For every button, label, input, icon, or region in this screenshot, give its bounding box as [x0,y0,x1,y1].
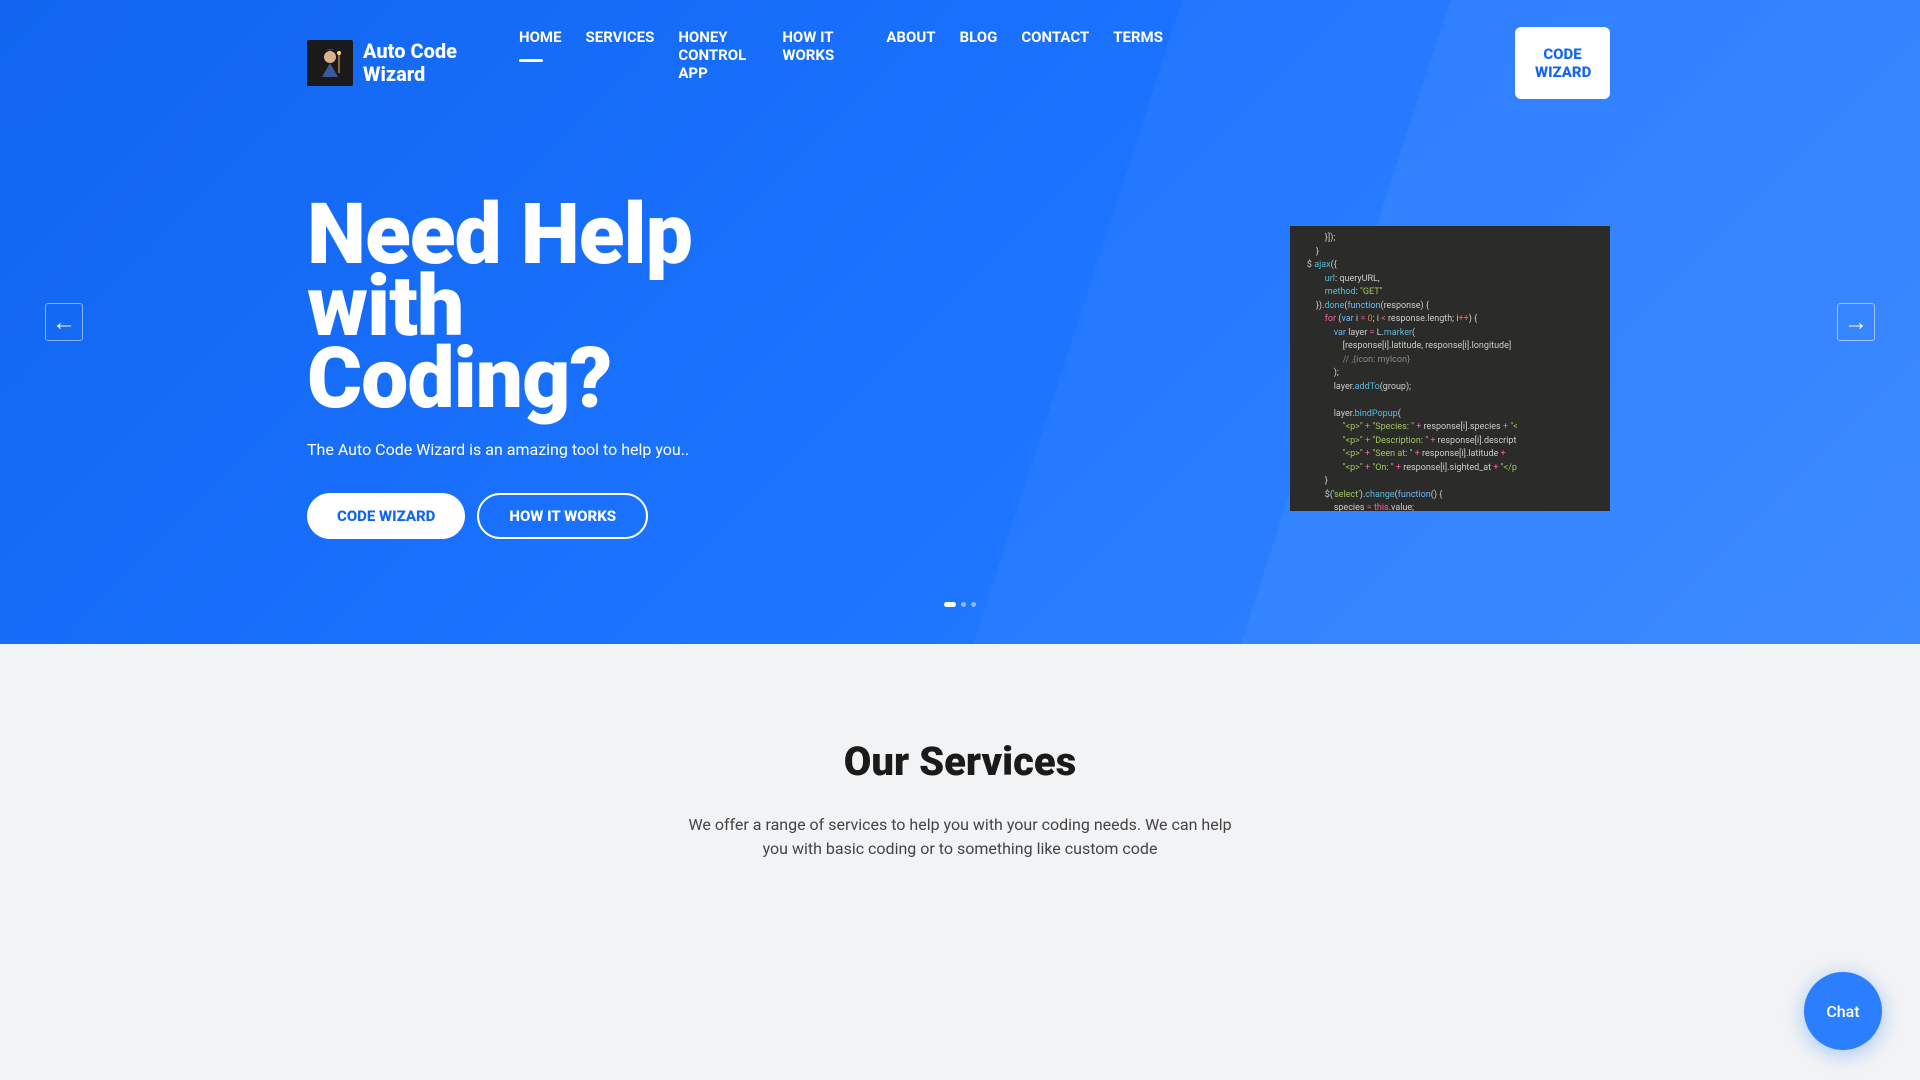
nav-item-about[interactable]: ABOUT [886,28,935,62]
nav-item-how-it-works[interactable]: HOW IT WORKS [782,28,862,80]
hero-text-column: Need Help with Coding? The Auto Code Wiz… [307,199,727,539]
nav-item-honey-control-app[interactable]: HONEY CONTROL APP [678,28,758,98]
logo-area[interactable]: Auto Code Wizard [307,40,473,86]
slider-dots [944,602,976,607]
slider-prev-button[interactable]: ← [45,303,83,341]
hero-image-column: }]); } $ ajax({ url: queryURL, method: "… [727,226,1610,511]
services-subtitle: We offer a range of services to help you… [680,813,1240,861]
slider-next-button[interactable]: → [1837,303,1875,341]
hero-buttons: CODE WIZARD HOW IT WORKS [307,493,727,539]
nav-item-terms[interactable]: TERMS [1113,28,1163,62]
nav-menu: HOME SERVICES HONEY CONTROL APP HOW IT W… [519,28,1515,98]
nav-item-services[interactable]: SERVICES [586,28,655,62]
hero-subtitle: The Auto Code Wizard is an amazing tool … [307,440,727,459]
hero-title: Need Help with Coding? [307,199,727,416]
services-section: Our Services We offer a range of service… [0,644,1920,911]
nav-item-blog[interactable]: BLOG [960,28,998,62]
hero-primary-button[interactable]: CODE WIZARD [307,493,465,539]
slider-dot-2[interactable] [961,602,966,607]
brand-name: Auto Code Wizard [363,40,473,86]
arrow-right-icon: → [1844,308,1868,337]
hero-secondary-button[interactable]: HOW IT WORKS [477,493,648,539]
hero-section: Auto Code Wizard HOME SERVICES HONEY CON… [0,0,1920,644]
logo-icon [307,40,353,86]
nav-item-contact[interactable]: CONTACT [1021,28,1089,62]
hero-body: Need Help with Coding? The Auto Code Wiz… [0,99,1920,539]
nav-bar: Auto Code Wizard HOME SERVICES HONEY CON… [0,0,1920,99]
services-title: Our Services [0,738,1920,785]
chat-label: Chat [1826,1002,1859,1021]
chat-button[interactable]: Chat [1804,972,1882,1050]
nav-cta-button[interactable]: CODE WIZARD [1515,27,1610,99]
nav-item-home[interactable]: HOME [519,28,562,62]
slider-dot-1[interactable] [944,602,956,607]
arrow-left-icon: ← [52,308,76,337]
code-screenshot: }]); } $ ajax({ url: queryURL, method: "… [1290,226,1610,511]
slider-dot-3[interactable] [971,602,976,607]
